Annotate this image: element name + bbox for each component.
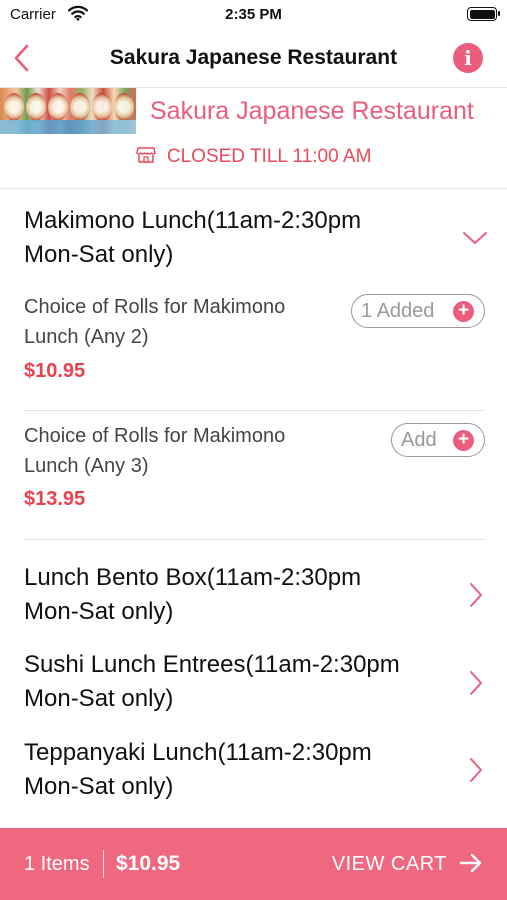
category-title-line1: Makimono Lunch(11am-2:30pm [24,207,362,234]
menu-item-name: Choice of Rolls for Makimono Lunch (Any … [24,425,286,477]
store-icon [135,147,156,163]
open-status: CLOSED TILL 11:00 AM [0,146,507,168]
category-makimono-lunch[interactable]: Makimono Lunch(11am-2:30pm Mon-Sat only) [24,204,464,272]
status-bar: Carrier 2:35 PM [0,0,507,32]
view-cart-bar[interactable]: 1 Items $10.95 VIEW CART [0,828,507,900]
chevron-right-icon[interactable] [468,757,484,783]
plus-icon: + [453,430,474,451]
add-button-label: Add [401,429,437,451]
category-lunch-bento-box[interactable]: Lunch Bento Box(11am-2:30pm Mon-Sat only… [24,561,464,629]
menu-item-name: Choice of Rolls for Makimono Lunch (Any … [24,296,286,348]
chevron-left-icon [14,44,29,72]
cart-separator [103,850,104,878]
view-cart-label: VIEW CART [331,853,447,875]
added-button-label: 1 Added [361,300,435,322]
category-title-line2: Mon-Sat only) [24,241,174,268]
category-sushi-lunch-entrees[interactable]: Sushi Lunch Entrees(11am-2:30pm Mon-Sat … [24,648,464,716]
arrow-right-icon [459,853,482,873]
chevron-right-icon[interactable] [468,670,484,696]
back-button[interactable] [8,42,38,74]
page-title: Sakura Japanese Restaurant [109,46,398,69]
restaurant-header: Sakura Japanese Restaurant CLOSED TILL 1… [0,87,507,189]
chevron-right-icon[interactable] [468,582,484,608]
divider [24,539,485,540]
restaurant-name: Sakura Japanese Restaurant [150,97,474,125]
cart-total: $10.95 [116,852,181,875]
cart-item-count: 1 Items [24,853,90,875]
navigation-bar: Sakura Japanese Restaurant i [0,32,507,84]
add-button[interactable]: Add + [391,423,485,457]
battery-icon [467,7,500,21]
added-button[interactable]: 1 Added + [351,294,485,328]
clock: 2:35 PM [225,6,282,23]
plus-icon: + [453,301,474,322]
menu-item-price: $10.95 [24,360,86,382]
info-icon: i [464,46,472,70]
closed-status-text: CLOSED TILL 11:00 AM [166,146,372,167]
menu-item-price: $13.95 [24,488,86,510]
restaurant-image [0,88,136,134]
divider [24,410,485,411]
category-teppanyaki-lunch[interactable]: Teppanyaki Lunch(11am-2:30pm Mon-Sat onl… [24,736,464,804]
chevron-down-icon[interactable] [462,230,488,246]
info-button[interactable]: i [453,43,483,73]
